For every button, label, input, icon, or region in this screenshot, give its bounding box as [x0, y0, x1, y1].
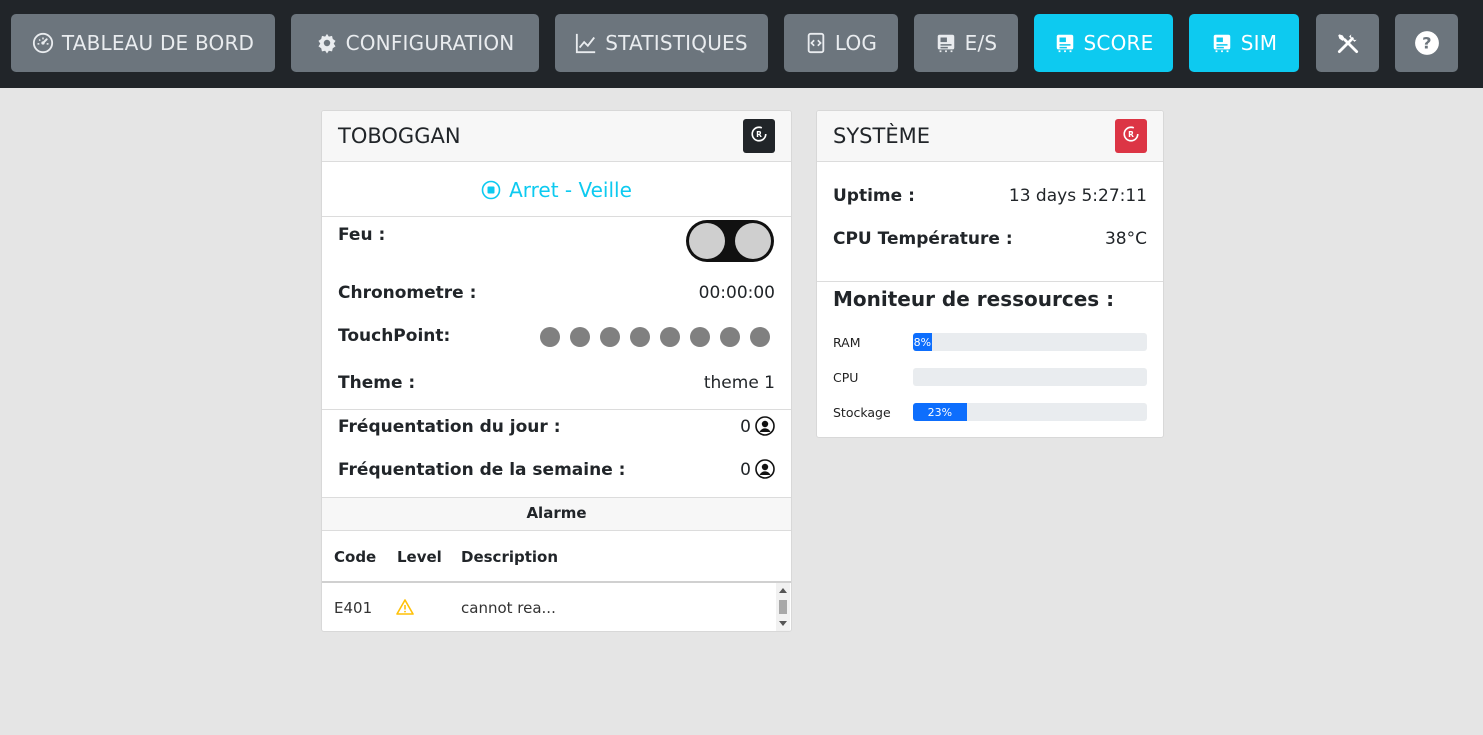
- resource-storage-fill: 23%: [913, 403, 967, 421]
- nav-sim-button[interactable]: SIM: [1189, 14, 1299, 72]
- freq-week-value: 0: [740, 460, 751, 480]
- touchpoint-dot: [570, 327, 590, 347]
- warning-icon: [396, 599, 414, 620]
- nav-sim-label: SIM: [1240, 31, 1278, 55]
- resource-ram-label: RAM: [833, 335, 861, 350]
- toboggan-title: TOBOGGAN: [338, 124, 461, 148]
- alarm-code: E401: [334, 599, 373, 617]
- table-header-divider: [322, 581, 791, 583]
- nav-score-button[interactable]: SCORE: [1034, 14, 1173, 72]
- board-icon: [1211, 32, 1233, 54]
- chrono-value: 00:00:00: [698, 283, 775, 303]
- nav-log-label: LOG: [834, 31, 878, 55]
- alarm-description: cannot rea...: [461, 599, 556, 617]
- uptime-value: 13 days 5:27:11: [1008, 186, 1147, 206]
- feu-label: Feu :: [338, 225, 386, 245]
- resource-ram-bar: 8%: [913, 333, 1147, 351]
- resource-storage-label: Stockage: [833, 405, 891, 420]
- scroll-down-icon[interactable]: [779, 621, 787, 626]
- divider: [322, 409, 791, 410]
- toboggan-status-text: Arret - Veille: [509, 177, 632, 202]
- stop-circle-icon: [481, 180, 501, 200]
- svg-text:R: R: [756, 130, 762, 139]
- scroll-thumb[interactable]: [779, 600, 787, 614]
- nav-io-label: E/S: [964, 31, 998, 55]
- cpu-temp-value: 38°C: [1104, 229, 1147, 249]
- toboggan-status: Arret - Veille: [322, 163, 791, 217]
- alarm-scrollbar[interactable]: [776, 583, 790, 631]
- alarm-title: Alarme: [526, 504, 587, 522]
- chrono-label: Chronometre :: [338, 283, 477, 303]
- resource-storage-bar: 23%: [913, 403, 1147, 421]
- theme-value: theme 1: [703, 373, 775, 393]
- touchpoint-dot: [660, 327, 680, 347]
- theme-label: Theme :: [338, 373, 416, 393]
- touchpoint-dot: [690, 327, 710, 347]
- resources-title: Moniteur de ressources :: [833, 287, 1115, 311]
- scroll-up-icon[interactable]: [779, 588, 787, 593]
- system-card-header: SYSTÈME R: [817, 111, 1163, 162]
- tools-icon: [1335, 30, 1361, 56]
- resource-cpu-label: CPU: [833, 370, 859, 385]
- touchpoint-dot: [600, 327, 620, 347]
- alarm-col-description: Description: [461, 548, 559, 566]
- line-chart-icon: [575, 32, 597, 54]
- alarm-section-title: Alarme: [322, 497, 791, 531]
- nav-dashboard-label: TABLEAU DE BORD: [61, 31, 255, 55]
- touchpoint-dot: [630, 327, 650, 347]
- person-circle-icon: [755, 416, 775, 441]
- nav-configuration-label: CONFIGURATION: [345, 31, 515, 55]
- feu-toggle[interactable]: [686, 220, 774, 262]
- alarm-col-code: Code: [334, 548, 377, 566]
- nav-configuration-button[interactable]: CONFIGURATION: [291, 14, 539, 72]
- system-card: SYSTÈME R Uptime : 13 days 5:27:11 CPU T…: [816, 110, 1164, 438]
- touchpoint-label: TouchPoint:: [338, 326, 451, 346]
- nav-dashboard-button[interactable]: TABLEAU DE BORD: [11, 14, 275, 72]
- help-icon: ?: [1414, 30, 1440, 56]
- row-divider: [322, 631, 560, 632]
- top-navbar: TABLEAU DE BORD CONFIGURATION STATISTIQU…: [0, 0, 1483, 88]
- cpu-temp-label: CPU Température :: [833, 229, 1013, 249]
- toboggan-restart-button[interactable]: R: [743, 119, 775, 153]
- divider: [817, 281, 1163, 282]
- svg-text:?: ?: [1422, 33, 1432, 52]
- restart-icon: R: [1122, 125, 1140, 148]
- nav-statistics-label: STATISTIQUES: [605, 31, 748, 55]
- feu-light-2: [735, 223, 771, 259]
- person-circle-icon: [755, 459, 775, 484]
- board-icon: [935, 32, 957, 54]
- alarm-col-level: Level: [397, 548, 442, 566]
- freq-day-label: Fréquentation du jour :: [338, 417, 561, 437]
- gear-icon: [316, 32, 338, 54]
- speedometer-icon: [32, 32, 54, 54]
- nav-help-button[interactable]: ?: [1395, 14, 1458, 72]
- svg-text:R: R: [1128, 130, 1134, 139]
- freq-week-label: Fréquentation de la semaine :: [338, 460, 626, 480]
- restart-icon: R: [750, 125, 768, 148]
- resource-ram-fill: 8%: [913, 333, 932, 351]
- resource-cpu-bar: [913, 368, 1147, 386]
- file-code-icon: [805, 32, 827, 54]
- touchpoint-dot: [750, 327, 770, 347]
- nav-statistics-button[interactable]: STATISTIQUES: [555, 14, 768, 72]
- system-title: SYSTÈME: [833, 124, 930, 148]
- freq-day-value: 0: [740, 417, 751, 437]
- nav-tools-button[interactable]: [1316, 14, 1379, 72]
- system-restart-button[interactable]: R: [1115, 119, 1147, 153]
- nav-score-label: SCORE: [1083, 31, 1154, 55]
- uptime-label: Uptime :: [833, 186, 915, 206]
- touchpoint-dot: [540, 327, 560, 347]
- touchpoint-dot: [720, 327, 740, 347]
- toboggan-card: TOBOGGAN R Arret - Veille Feu : Chronome…: [321, 110, 792, 632]
- nav-io-button[interactable]: E/S: [914, 14, 1018, 72]
- feu-light-1: [689, 223, 725, 259]
- nav-log-button[interactable]: LOG: [784, 14, 898, 72]
- toboggan-card-header: TOBOGGAN R: [322, 111, 791, 162]
- board-icon: [1054, 32, 1076, 54]
